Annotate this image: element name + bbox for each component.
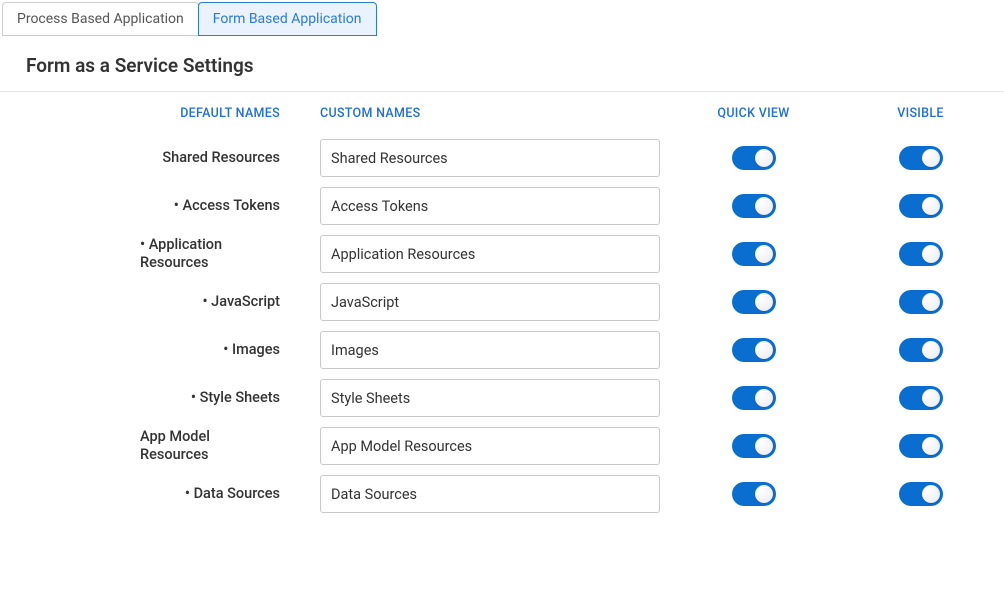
quick-view-toggle[interactable] bbox=[732, 242, 776, 266]
visible-cell bbox=[837, 194, 1004, 218]
default-name-label: • JavaScript bbox=[202, 293, 280, 311]
custom-name-input[interactable] bbox=[320, 187, 660, 225]
row-default-name: • Images bbox=[0, 341, 320, 359]
quick-view-cell bbox=[670, 290, 837, 314]
toggle-knob bbox=[755, 485, 773, 503]
row-custom-name-cell bbox=[320, 283, 670, 321]
row-default-name: • Application Resources bbox=[0, 236, 320, 272]
visible-cell bbox=[837, 482, 1004, 506]
row-custom-name-cell bbox=[320, 187, 670, 225]
custom-name-input[interactable] bbox=[320, 139, 660, 177]
quick-view-cell bbox=[670, 434, 837, 458]
toggle-knob bbox=[755, 293, 773, 311]
default-name-label: • Images bbox=[223, 341, 280, 359]
row-custom-name-cell bbox=[320, 475, 670, 513]
toggle-knob bbox=[922, 341, 940, 359]
row-custom-name-cell bbox=[320, 379, 670, 417]
default-name-label: Shared Resources bbox=[162, 149, 280, 167]
quick-view-cell bbox=[670, 146, 837, 170]
visible-toggle[interactable] bbox=[899, 434, 943, 458]
tab-bar: Process Based Application Form Based App… bbox=[0, 0, 1004, 36]
quick-view-toggle[interactable] bbox=[732, 434, 776, 458]
column-header-visible: VISIBLE bbox=[837, 106, 1004, 129]
row-default-name: • Access Tokens bbox=[0, 197, 320, 215]
toggle-knob bbox=[755, 197, 773, 215]
quick-view-cell bbox=[670, 242, 837, 266]
toggle-knob bbox=[755, 341, 773, 359]
row-default-name: Shared Resources bbox=[0, 149, 320, 167]
quick-view-cell bbox=[670, 338, 837, 362]
custom-name-input[interactable] bbox=[320, 283, 660, 321]
toggle-knob bbox=[922, 197, 940, 215]
row-default-name: • Data Sources bbox=[0, 485, 320, 503]
column-header-custom-names: CUSTOM NAMES bbox=[320, 106, 670, 129]
toggle-knob bbox=[922, 149, 940, 167]
tab-form-based-application[interactable]: Form Based Application bbox=[198, 2, 377, 36]
quick-view-toggle[interactable] bbox=[732, 290, 776, 314]
default-name-label: • Application Resources bbox=[140, 236, 280, 272]
quick-view-toggle[interactable] bbox=[732, 194, 776, 218]
toggle-knob bbox=[922, 389, 940, 407]
quick-view-toggle[interactable] bbox=[732, 482, 776, 506]
custom-name-input[interactable] bbox=[320, 379, 660, 417]
visible-toggle[interactable] bbox=[899, 386, 943, 410]
custom-name-input[interactable] bbox=[320, 475, 660, 513]
default-name-label: App Model Resources bbox=[140, 428, 280, 464]
quick-view-toggle[interactable] bbox=[732, 338, 776, 362]
row-custom-name-cell bbox=[320, 139, 670, 177]
quick-view-cell bbox=[670, 194, 837, 218]
visible-cell bbox=[837, 146, 1004, 170]
row-custom-name-cell bbox=[320, 427, 670, 465]
page-title: Form as a Service Settings bbox=[0, 36, 1004, 91]
quick-view-cell bbox=[670, 482, 837, 506]
custom-name-input[interactable] bbox=[320, 235, 660, 273]
visible-cell bbox=[837, 386, 1004, 410]
toggle-knob bbox=[922, 245, 940, 263]
custom-name-input[interactable] bbox=[320, 331, 660, 369]
toggle-knob bbox=[755, 245, 773, 263]
toggle-knob bbox=[922, 485, 940, 503]
visible-cell bbox=[837, 290, 1004, 314]
quick-view-cell bbox=[670, 386, 837, 410]
column-header-quick-view: QUICK VIEW bbox=[670, 106, 837, 129]
visible-toggle[interactable] bbox=[899, 482, 943, 506]
settings-grid: DEFAULT NAMES CUSTOM NAMES QUICK VIEW VI… bbox=[0, 92, 1004, 513]
toggle-knob bbox=[755, 389, 773, 407]
toggle-knob bbox=[922, 437, 940, 455]
default-name-label: • Access Tokens bbox=[174, 197, 280, 215]
custom-name-input[interactable] bbox=[320, 427, 660, 465]
quick-view-toggle[interactable] bbox=[732, 146, 776, 170]
visible-toggle[interactable] bbox=[899, 338, 943, 362]
default-name-label: • Style Sheets bbox=[191, 389, 280, 407]
row-default-name: • Style Sheets bbox=[0, 389, 320, 407]
row-default-name: • JavaScript bbox=[0, 293, 320, 311]
quick-view-toggle[interactable] bbox=[732, 386, 776, 410]
visible-cell bbox=[837, 338, 1004, 362]
row-custom-name-cell bbox=[320, 235, 670, 273]
toggle-knob bbox=[922, 293, 940, 311]
tab-process-based-application[interactable]: Process Based Application bbox=[2, 2, 199, 36]
visible-toggle[interactable] bbox=[899, 194, 943, 218]
visible-toggle[interactable] bbox=[899, 290, 943, 314]
visible-toggle[interactable] bbox=[899, 242, 943, 266]
row-default-name: App Model Resources bbox=[0, 428, 320, 464]
column-header-default-names: DEFAULT NAMES bbox=[0, 106, 320, 129]
toggle-knob bbox=[755, 437, 773, 455]
visible-toggle[interactable] bbox=[899, 146, 943, 170]
visible-cell bbox=[837, 434, 1004, 458]
visible-cell bbox=[837, 242, 1004, 266]
default-name-label: • Data Sources bbox=[185, 485, 280, 503]
row-custom-name-cell bbox=[320, 331, 670, 369]
toggle-knob bbox=[755, 149, 773, 167]
